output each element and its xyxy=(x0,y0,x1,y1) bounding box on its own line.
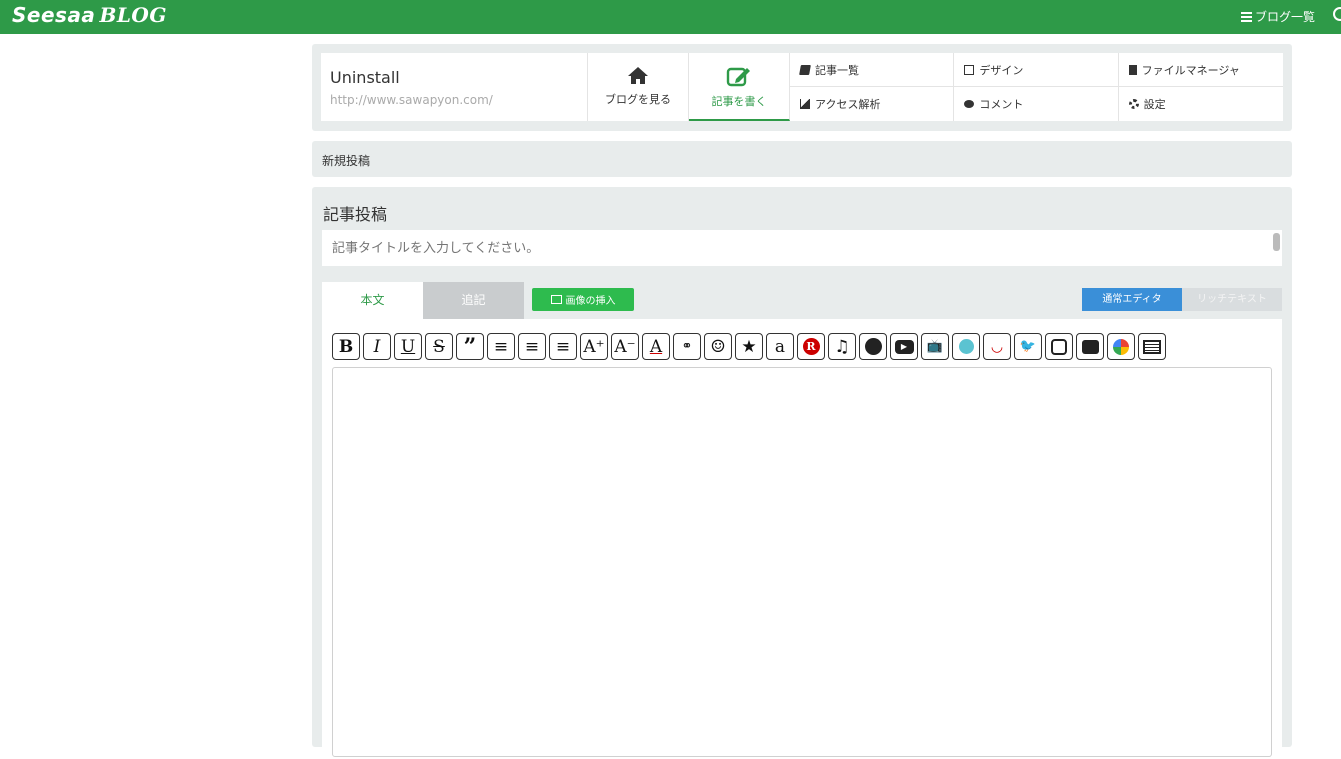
strikethrough-icon[interactable]: S xyxy=(425,333,453,360)
menu-design[interactable]: デザイン xyxy=(954,53,1119,87)
star-icon[interactable]: ★ xyxy=(735,333,763,360)
quote-icon[interactable]: ” xyxy=(456,333,484,360)
instagram-icon[interactable] xyxy=(1045,333,1073,360)
link-icon[interactable]: ⚭ xyxy=(673,333,701,360)
breadcrumb: 新規投稿 xyxy=(312,141,1292,177)
music-icon[interactable]: ♫ xyxy=(828,333,856,360)
menu-article-list[interactable]: 記事一覧 xyxy=(790,53,955,87)
flickr-icon[interactable] xyxy=(1076,333,1104,360)
menu-comments[interactable]: コメント xyxy=(954,87,1119,121)
font-smaller-icon[interactable]: A⁻ xyxy=(611,333,639,360)
tv-icon[interactable]: 📺 xyxy=(921,333,949,360)
menu-file-manager[interactable]: ファイルマネージャ xyxy=(1118,53,1283,87)
normal-editor-button[interactable]: 通常エディタ xyxy=(1082,288,1182,311)
file-icon xyxy=(1128,64,1137,75)
book-icon xyxy=(799,64,811,75)
font-bigger-icon[interactable]: A⁺ xyxy=(580,333,608,360)
align-center-icon[interactable]: ≡ xyxy=(518,333,546,360)
home-icon xyxy=(628,67,648,84)
amazon-icon[interactable]: a xyxy=(766,333,794,360)
site-url[interactable]: http://www.sawapyon.com/ xyxy=(330,93,578,107)
blog-menu: 記事一覧 デザイン ファイルマネージャ アクセス解析 コメント 設定 xyxy=(790,53,1283,121)
table-icon[interactable] xyxy=(1138,333,1166,360)
comments-icon xyxy=(964,100,975,108)
menu-icon xyxy=(1240,10,1252,24)
tab-append[interactable]: 追記 xyxy=(423,282,524,319)
view-blog-tab[interactable]: ブログを見る xyxy=(588,53,689,121)
body-textarea[interactable] xyxy=(332,367,1272,757)
user-icon[interactable] xyxy=(1333,7,1341,21)
niconico-icon[interactable] xyxy=(952,333,980,360)
write-post-tab[interactable]: 記事を書く xyxy=(689,53,790,121)
photos-icon[interactable] xyxy=(1107,333,1135,360)
gear-icon xyxy=(1128,99,1139,109)
editor-toolbar: B I U S ” ≡ ≡ ≡ A⁺ A⁻ A ⚭ ☺ ★ a R ♫ ▶ 📺 … xyxy=(332,333,1166,360)
image-icon xyxy=(550,295,562,304)
site-info: Uninstall http://www.sawapyon.com/ xyxy=(321,53,588,121)
rich-text-button[interactable]: リッチテキスト xyxy=(1182,288,1282,311)
image-icon xyxy=(964,64,975,75)
menu-access-analysis[interactable]: アクセス解析 xyxy=(790,87,955,121)
insert-image-button[interactable]: 画像の挿入 xyxy=(532,288,634,311)
align-right-icon[interactable]: ≡ xyxy=(549,333,577,360)
edit-icon xyxy=(726,67,750,87)
top-bar: Seesaa BLOG ブログ一覧 xyxy=(0,0,1341,34)
globe-icon[interactable] xyxy=(859,333,887,360)
underline-icon[interactable]: U xyxy=(394,333,422,360)
editor-heading: 記事投稿 xyxy=(323,205,388,224)
align-left-icon[interactable]: ≡ xyxy=(487,333,515,360)
editor-workspace: B I U S ” ≡ ≡ ≡ A⁺ A⁻ A ⚭ ☺ ★ a R ♫ ▶ 📺 … xyxy=(322,319,1282,759)
font-color-icon[interactable]: A xyxy=(642,333,670,360)
blog-list-link[interactable]: ブログ一覧 xyxy=(1240,8,1315,25)
tab-body[interactable]: 本文 xyxy=(322,282,423,319)
title-scrollbar[interactable] xyxy=(1273,233,1280,251)
emoji-icon[interactable]: ☺ xyxy=(704,333,732,360)
bold-icon[interactable]: B xyxy=(332,333,360,360)
rakuten-icon[interactable]: R xyxy=(797,333,825,360)
menu-settings[interactable]: 設定 xyxy=(1119,87,1283,121)
post-title-input[interactable] xyxy=(322,230,1282,266)
twitter-icon[interactable]: 🐦 xyxy=(1014,333,1042,360)
youtube-icon[interactable]: ▶ xyxy=(890,333,918,360)
area-chart-icon xyxy=(800,99,810,109)
italic-icon[interactable]: I xyxy=(363,333,391,360)
seesaa-logo[interactable]: Seesaa BLOG xyxy=(12,3,167,27)
smile-icon[interactable]: ◡ xyxy=(983,333,1011,360)
site-title[interactable]: Uninstall xyxy=(330,68,578,87)
blog-header-panel: Uninstall http://www.sawapyon.com/ ブログを見… xyxy=(312,44,1292,131)
post-editor-panel: 記事投稿 本文 追記 画像の挿入 通常エディタ リッチテキスト B I U S … xyxy=(312,187,1292,759)
